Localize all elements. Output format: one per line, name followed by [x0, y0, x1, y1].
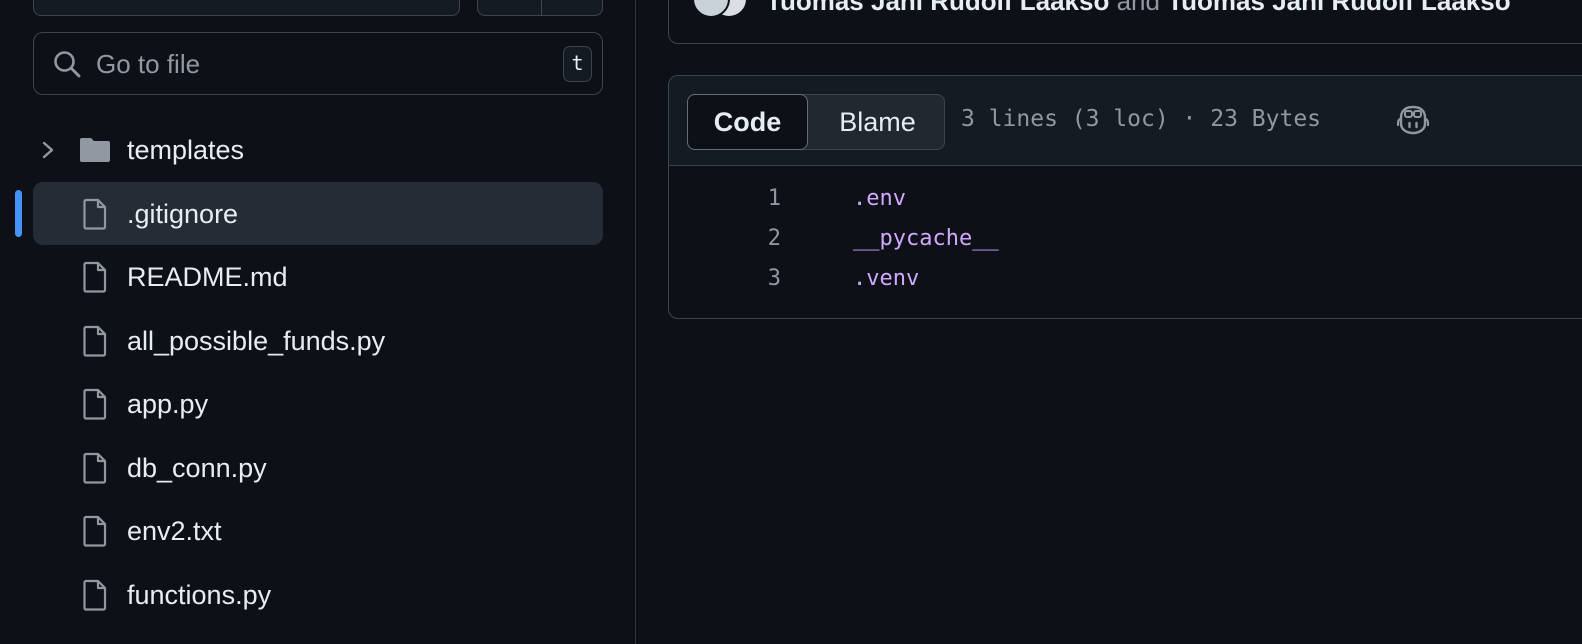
file-icon: [83, 452, 107, 484]
folder-icon: [80, 138, 110, 162]
line-number[interactable]: 3: [729, 266, 781, 291]
sidebar-action-buttons[interactable]: [477, 0, 603, 16]
code-line: 1 .env: [669, 180, 1582, 220]
active-indicator: [15, 189, 22, 237]
tree-item-app[interactable]: app.py: [0, 372, 636, 436]
tree-item-env2[interactable]: env2.txt: [0, 499, 636, 563]
file-icon: [83, 579, 107, 611]
code-tab[interactable]: Code: [687, 94, 808, 150]
tree-item-label: templates: [127, 135, 245, 165]
go-to-file-search[interactable]: t: [33, 32, 603, 95]
line-number[interactable]: 1: [729, 186, 781, 211]
tree-item-label: all_possible_funds.py: [127, 325, 386, 356]
line-content: .env: [853, 186, 906, 211]
code-area[interactable]: 1 .env 2 __pycache__ 3 .venv: [669, 180, 1582, 300]
tree-item-label: db_conn.py: [127, 452, 267, 483]
file-icon: [83, 325, 107, 357]
tree-item-readme[interactable]: README.md: [0, 245, 636, 309]
tree-item-db-conn[interactable]: db_conn.py: [0, 436, 636, 500]
code-line: 2 __pycache__: [669, 220, 1582, 260]
file-icon: [83, 515, 107, 547]
code-line: 3 .venv: [669, 260, 1582, 300]
commit-avatars[interactable]: [692, 0, 754, 20]
tree-item-label: env2.txt: [127, 516, 222, 546]
file-viewer: Code Blame 3 lines (3 loc) · 23 Bytes 1 …: [668, 75, 1582, 319]
file-header: Code Blame 3 lines (3 loc) · 23 Bytes: [669, 76, 1582, 166]
tree-item-label: README.md: [127, 262, 288, 292]
file-tree: templates .gitignore README.md all_possi…: [0, 118, 636, 626]
line-number[interactable]: 2: [729, 226, 781, 251]
copilot-icon[interactable]: [1395, 104, 1431, 136]
file-stats: 3 lines (3 loc) · 23 Bytes: [961, 106, 1322, 132]
file-icon: [83, 261, 107, 293]
commit-author-joiner: and: [1116, 0, 1160, 16]
line-content: __pycache__: [853, 226, 999, 251]
chevron-right-icon[interactable]: [38, 139, 58, 161]
tree-item-functions[interactable]: functions.py: [0, 563, 636, 627]
file-icon: [83, 388, 107, 420]
view-mode-toggle: Code Blame: [687, 94, 945, 150]
tree-item-label: functions.py: [127, 579, 272, 610]
commit-authors: Tuomas Jani Rudolf Laakso and Tuomas Jan…: [766, 0, 1511, 17]
keyboard-shortcut-hint: t: [563, 46, 592, 82]
tree-item-all-possible-funds[interactable]: all_possible_funds.py: [0, 309, 636, 373]
search-icon: [54, 51, 81, 78]
tree-item-gitignore[interactable]: .gitignore: [0, 181, 636, 246]
commit-author-link[interactable]: Tuomas Jani Rudolf Laakso: [766, 0, 1109, 16]
blame-tab[interactable]: Blame: [809, 95, 946, 149]
tree-item-label: .gitignore: [127, 198, 239, 229]
search-input[interactable]: [96, 47, 536, 81]
branch-select-button[interactable]: [33, 0, 460, 16]
commit-author-link[interactable]: Tuomas Jani Rudolf Laakso: [1167, 0, 1510, 16]
file-tree-sidebar: t templates .gitignore: [0, 0, 636, 644]
tree-item-templates[interactable]: templates: [0, 118, 636, 182]
line-content: .venv: [853, 266, 920, 291]
tree-item-label: app.py: [127, 389, 209, 419]
file-icon: [83, 198, 107, 230]
